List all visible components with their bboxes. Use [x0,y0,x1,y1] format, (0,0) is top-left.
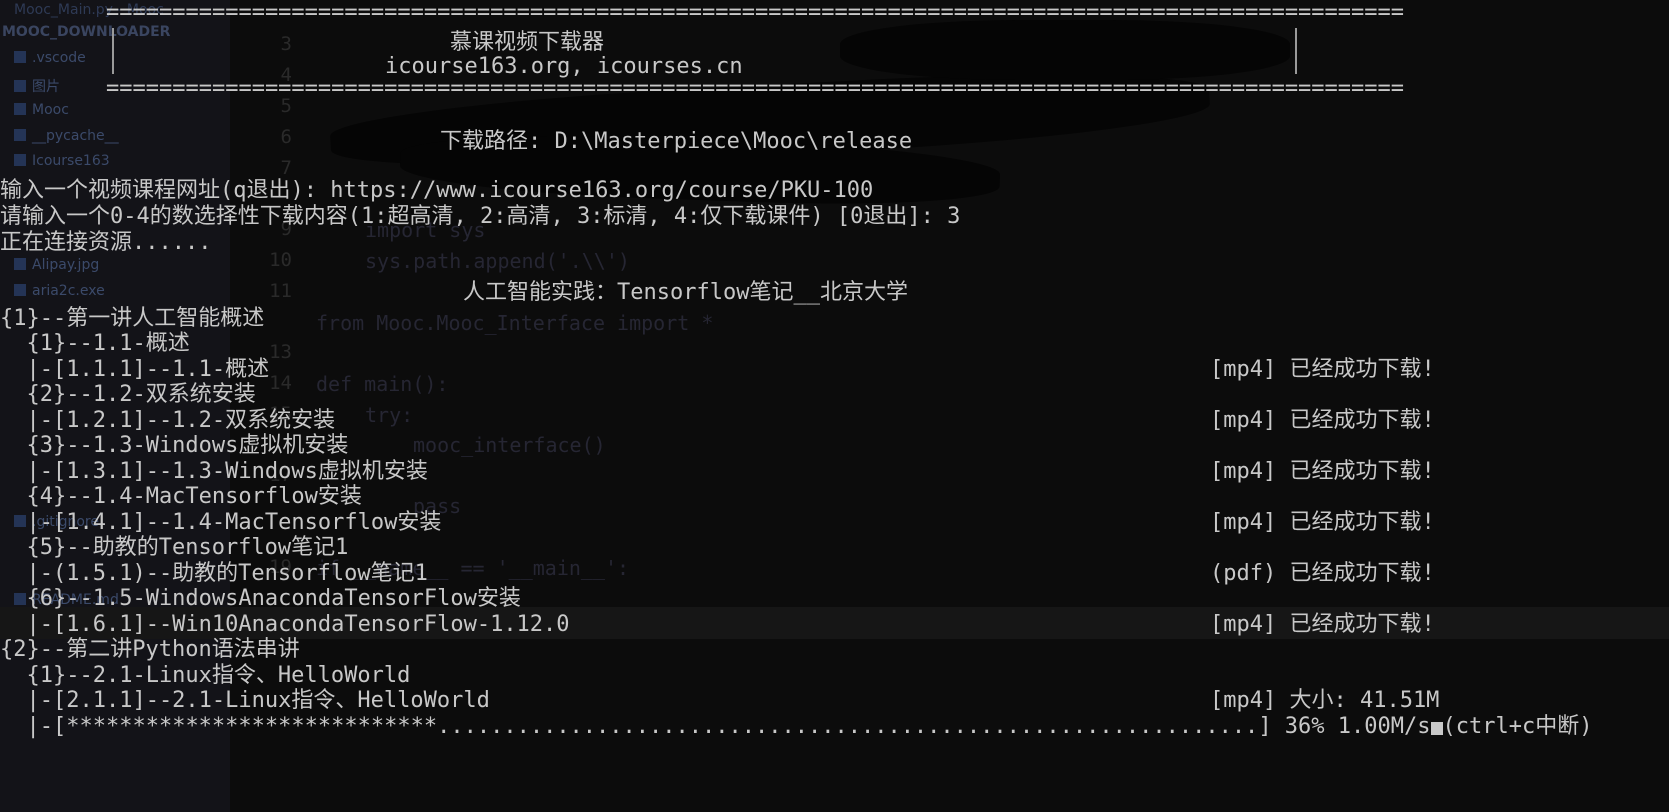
quality-prompt-value: 3 [947,204,961,229]
quality-prompt-label: 请输入一个0-4的数选择性下载内容(1:超高清, 2:高清, 3:标清, 4:仅… [0,204,948,229]
banner-title: 慕课视频下载器 [450,30,605,55]
section-line: {6}--1.5-WindowsAnacondaTensorFlow安装 [0,586,521,611]
connecting-message: 正在连接资源...... [0,230,212,255]
chapter-line: {1}--第一讲人工智能概述 [0,306,265,331]
url-prompt: 输入一个视频课程网址(q退出): https://www.icourse163.… [0,178,873,204]
section-line: {4}--1.4-MacTensorflow安装 [0,484,362,509]
progress-bar-remaining: ........................................… [437,714,1259,739]
download-status: (pdf) 已经成功下载! [1210,561,1435,586]
banner-border-right [1295,28,1297,74]
download-progress-line: |-[****************************.........… [0,714,1593,739]
terminal-cursor [1430,722,1443,735]
download-status: [mp4] 已经成功下载! [1210,612,1435,637]
banner-rule-bottom: ========================================… [106,76,1405,101]
file-line: |-[1.1.1]--1.1-概述 [mp4] 已经成功下载! [0,357,1435,382]
banner-border-left [112,28,114,74]
download-status: [mp4] 已经成功下载! [1210,510,1435,535]
file-line: |-(1.5.1)--助教的Tensorflow笔记1 (pdf) 已经成功下载! [0,561,1435,586]
section-line: {1}--2.1-Linux指令、HelloWorld [0,663,411,688]
file-line: |-[1.4.1]--1.4-MacTensorflow安装 [mp4] 已经成功… [0,510,1435,535]
file-line: |-[2.1.1]--2.1-Linux指令、HelloWorld [mp4] 大… [0,688,1440,713]
console-window[interactable]: ========================================… [0,0,1669,812]
download-path: 下载路径: D:\Masterpiece\Mooc\release [440,129,913,154]
section-line: {5}--助教的Tensorflow笔记1 [0,535,349,560]
download-status: [mp4] 已经成功下载! [1210,357,1435,382]
file-line: |-[1.3.1]--1.3-Windows虚拟机安装 [mp4] 已经成功下载! [0,459,1435,484]
progress-stats: ] 36% 1.00M/s [1258,714,1431,739]
url-prompt-value: https://www.icourse163.org/course/PKU-10… [330,178,874,203]
download-status: [mp4] 大小: 41.51M [1210,688,1440,713]
progress-bar-filled: **************************** [66,714,438,739]
chapter-line: {2}--第二讲Python语法串讲 [0,637,300,662]
url-prompt-label: 输入一个视频课程网址(q退出): [0,178,331,203]
file-line: |-[1.6.1]--Win10AnacondaTensorFlow-1.12.… [0,612,1435,637]
download-status: [mp4] 已经成功下载! [1210,408,1435,433]
download-status: [mp4] 已经成功下载! [1210,459,1435,484]
section-line: {1}--1.1-概述 [0,331,190,356]
section-line: {3}--1.3-Windows虚拟机安装 [0,433,349,458]
interrupt-hint: (ctrl+c中断) [1442,714,1593,739]
quality-prompt: 请输入一个0-4的数选择性下载内容(1:超高清, 2:高清, 3:标清, 4:仅… [0,204,960,230]
banner-rule-top: ========================================… [106,0,1405,25]
file-line: |-[1.2.1]--1.2-双系统安装 [mp4] 已经成功下载! [0,408,1435,433]
section-line: {2}--1.2-双系统安装 [0,382,256,407]
course-title: 人工智能实践：Tensorflow笔记__北京大学 [463,280,908,305]
